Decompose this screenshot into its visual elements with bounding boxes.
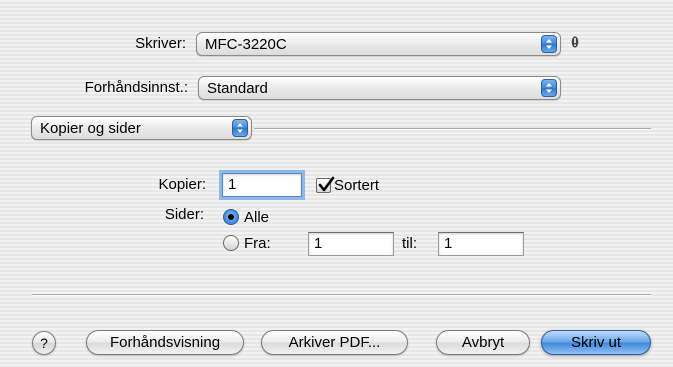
- print-button[interactable]: Skriv ut: [541, 330, 651, 355]
- pages-from-label: Fra:: [244, 235, 271, 252]
- pages-all-radio[interactable]: [223, 209, 239, 225]
- pages-all-label: Alle: [244, 209, 270, 226]
- pages-to-field[interactable]: 1: [438, 232, 524, 256]
- collate-checkbox[interactable]: [316, 176, 335, 193]
- panel-popup[interactable]: Kopier og sider: [31, 116, 252, 140]
- pages-to-label: til:: [402, 235, 417, 252]
- bottom-divider: [32, 294, 651, 296]
- warning-icon: [571, 36, 579, 48]
- pages-label: Sider:: [164, 206, 204, 223]
- cancel-button[interactable]: Avbryt: [436, 330, 530, 355]
- pages-from-radio[interactable]: [223, 235, 239, 251]
- save-pdf-button[interactable]: Arkiver PDF...: [261, 330, 408, 355]
- copies-field[interactable]: 1: [222, 173, 302, 197]
- checkmark-icon: [318, 176, 335, 192]
- radio-selected-dot: [228, 214, 234, 220]
- panel-divider: [254, 128, 651, 130]
- printer-popup[interactable]: MFC-3220C: [196, 32, 561, 56]
- collate-label: Sortert: [334, 177, 380, 194]
- help-button[interactable]: ?: [32, 331, 56, 355]
- printer-value: MFC-3220C: [205, 36, 287, 53]
- printer-label: Skriver:: [135, 35, 186, 52]
- presets-value: Standard: [207, 80, 268, 97]
- popup-stepper-icon: [541, 79, 557, 97]
- popup-stepper-icon: [541, 35, 557, 53]
- popup-stepper-icon: [232, 119, 248, 137]
- presets-popup[interactable]: Standard: [198, 76, 561, 100]
- preview-button[interactable]: Forhåndsvisning: [86, 330, 244, 355]
- panel-value: Kopier og sider: [40, 120, 141, 137]
- pages-from-field[interactable]: 1: [308, 232, 394, 256]
- presets-label: Forhåndsinnst.:: [84, 79, 188, 96]
- copies-label: Kopier:: [158, 176, 206, 193]
